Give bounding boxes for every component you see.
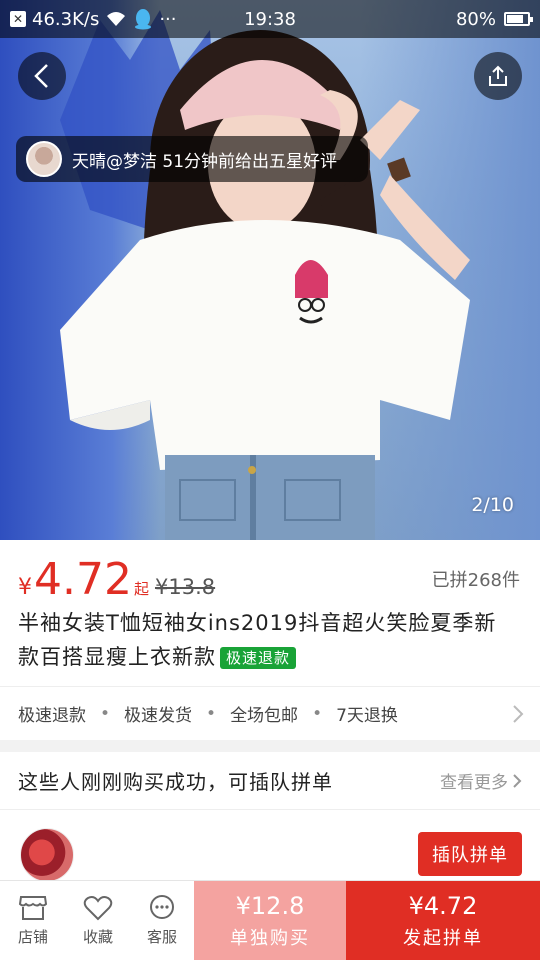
service-item: 极速退款 bbox=[18, 706, 86, 726]
network-speed: 46.3K/s bbox=[32, 8, 100, 30]
customer-service-button[interactable]: 客服 bbox=[130, 881, 194, 960]
battery-fill bbox=[507, 15, 523, 23]
view-more-label: 查看更多 bbox=[440, 773, 508, 793]
fast-refund-tag: 极速退款 bbox=[220, 647, 297, 669]
store-label: 店铺 bbox=[17, 928, 48, 946]
service-item: 极速发货 bbox=[124, 706, 193, 726]
product-image-carousel[interactable]: ✕ 46.3K/s ··· 19:38 80% 天晴@梦洁 51分钟前给出五星好… bbox=[0, 0, 540, 540]
review-toast-text: 天晴@梦洁 51分钟前给出五星好评 bbox=[72, 151, 338, 172]
separator-dot: • bbox=[100, 703, 111, 724]
product-title: 半袖女装T恤短袖女ins2019抖音超火笑脸夏季新款百搭显瘦上衣新款 极速退款 bbox=[18, 606, 518, 674]
battery-percent: 80% bbox=[455, 8, 496, 30]
chevron-right-icon bbox=[513, 704, 524, 723]
bottom-action-bar: 店铺 收藏 客服 ¥12.8 单独购买 ¥4.72 发起拼单 bbox=[0, 880, 540, 960]
more-dots-icon: ··· bbox=[159, 8, 177, 30]
product-photo bbox=[60, 10, 470, 540]
store-button[interactable]: 店铺 bbox=[0, 881, 66, 960]
price-row: ¥ 4.72 起 ¥13.8 bbox=[18, 554, 215, 605]
view-more-link[interactable]: 查看更多 bbox=[440, 768, 522, 793]
image-page-indicator: 2/10 bbox=[471, 494, 514, 516]
group-buy-price: ¥4.72 bbox=[408, 891, 478, 920]
separator-dot: • bbox=[206, 703, 217, 724]
favorite-label: 收藏 bbox=[82, 928, 113, 946]
favorite-button[interactable]: 收藏 bbox=[66, 881, 130, 960]
chevron-right-icon bbox=[513, 773, 522, 788]
member-avatar bbox=[20, 828, 74, 882]
separator-dot: • bbox=[312, 703, 323, 724]
original-price: ¥13.8 bbox=[154, 575, 216, 599]
currency-symbol: ¥ bbox=[18, 575, 32, 600]
group-buy-header: 这些人刚刚购买成功，可插队拼单 查看更多 bbox=[0, 752, 540, 810]
back-button[interactable] bbox=[18, 52, 66, 100]
battery-icon bbox=[504, 12, 533, 26]
heart-icon bbox=[83, 896, 113, 921]
qq-icon bbox=[135, 9, 152, 30]
sold-count: 已拼268件 bbox=[431, 570, 520, 591]
share-button[interactable] bbox=[474, 52, 522, 100]
close-x-icon: ✕ bbox=[10, 11, 26, 27]
service-item: 全场包邮 bbox=[230, 706, 299, 726]
reviewer-avatar bbox=[26, 141, 62, 177]
share-icon bbox=[489, 65, 507, 86]
product-info: ¥ 4.72 起 ¥13.8 已拼268件 半袖女装T恤短袖女ins2019抖音… bbox=[0, 540, 540, 740]
join-group-button[interactable]: 插队拼单 bbox=[418, 832, 522, 876]
start-group-buy-button[interactable]: ¥4.72 发起拼单 bbox=[346, 881, 540, 960]
recent-review-toast: 天晴@梦洁 51分钟前给出五星好评 bbox=[16, 136, 368, 182]
buy-alone-label: 单独购买 bbox=[230, 927, 310, 949]
buy-alone-button[interactable]: ¥12.8 单独购买 bbox=[194, 881, 346, 960]
group-price: 4.72 bbox=[34, 554, 132, 605]
price-suffix: 起 bbox=[133, 580, 149, 598]
service-guarantees[interactable]: 极速退款 • 极速发货 • 全场包邮 • 7天退换 bbox=[0, 686, 540, 740]
back-arrow-icon bbox=[34, 64, 48, 88]
customer-service-label: 客服 bbox=[146, 928, 177, 946]
group-buy-label: 发起拼单 bbox=[403, 927, 483, 949]
wifi-icon bbox=[107, 12, 126, 26]
chat-icon bbox=[150, 895, 174, 919]
group-buy-heading: 这些人刚刚购买成功，可插队拼单 bbox=[18, 770, 333, 794]
service-item: 7天退换 bbox=[336, 706, 398, 726]
status-bar: ✕ 46.3K/s ··· 19:38 80% bbox=[0, 0, 540, 38]
store-icon bbox=[18, 896, 48, 920]
buy-alone-price: ¥12.8 bbox=[235, 891, 305, 920]
